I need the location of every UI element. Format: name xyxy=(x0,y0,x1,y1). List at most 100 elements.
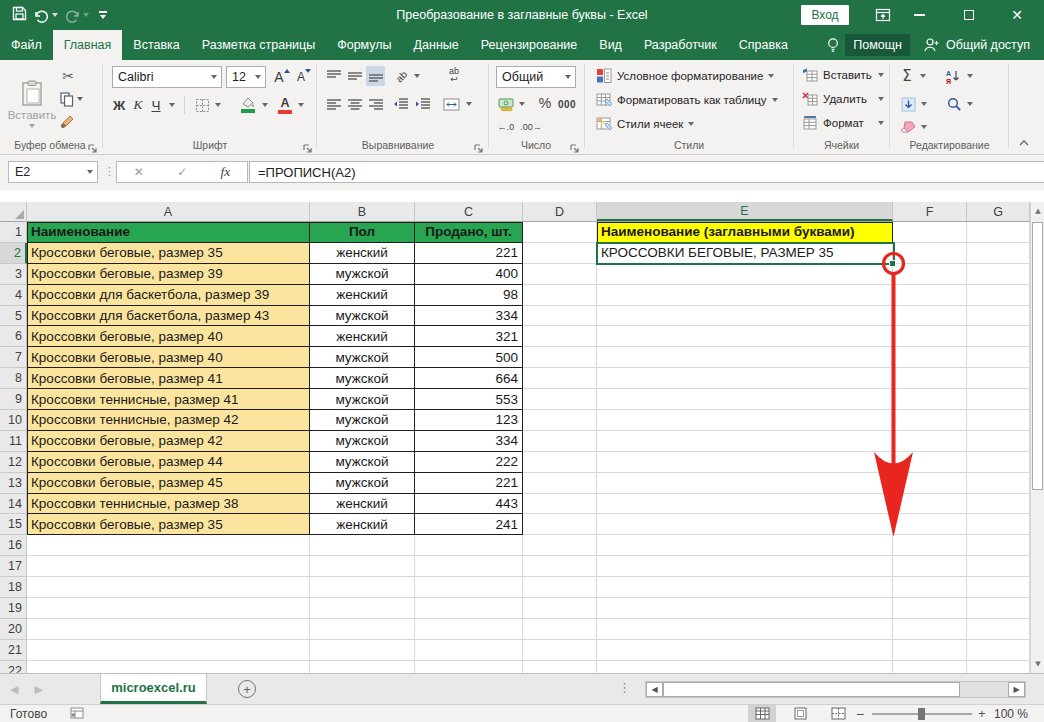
cell-f6[interactable] xyxy=(893,326,967,347)
cell-d3[interactable] xyxy=(523,264,597,285)
cell-f13[interactable] xyxy=(893,473,967,494)
ribbon-display-options-icon[interactable] xyxy=(866,0,900,30)
cell-e2[interactable]: КРОССОВКИ БЕГОВЫЕ, РАЗМЕР 35 xyxy=(597,243,893,264)
row-header-21[interactable]: 21 xyxy=(0,640,27,661)
format-as-table-button[interactable]: Форматировать как таблицу xyxy=(596,92,778,108)
font-color-dropdown-icon[interactable] xyxy=(295,94,306,116)
row-header-13[interactable]: 13 xyxy=(0,473,27,494)
conditional-formatting-button[interactable]: Условное форматирование xyxy=(596,68,774,84)
cell-d12[interactable] xyxy=(523,452,597,473)
cell-f10[interactable] xyxy=(893,410,967,431)
cell-e9[interactable] xyxy=(597,389,893,410)
cell-e18[interactable] xyxy=(597,577,893,598)
cell-g20[interactable] xyxy=(967,619,1030,640)
cell-e7[interactable] xyxy=(597,347,893,368)
cell-f16[interactable] xyxy=(893,535,967,556)
ribbon-tab-insert[interactable]: Вставка xyxy=(122,30,190,60)
cell-e14[interactable] xyxy=(597,494,893,515)
cell-d22[interactable] xyxy=(523,661,597,673)
cell-a18[interactable] xyxy=(27,577,310,598)
enter-icon[interactable]: ✓ xyxy=(177,165,187,179)
cell-a4[interactable]: Кроссовки для баскетбола, размер 39 xyxy=(27,285,310,306)
cell-g1[interactable] xyxy=(967,222,1030,243)
cell-e10[interactable] xyxy=(597,410,893,431)
cell-c11[interactable]: 334 xyxy=(415,431,523,452)
row-header-10[interactable]: 10 xyxy=(0,410,27,431)
cell-d4[interactable] xyxy=(523,285,597,306)
cell-a10[interactable]: Кроссовки теннисные, размер 42 xyxy=(27,410,310,431)
cell-d10[interactable] xyxy=(523,410,597,431)
cell-c8[interactable]: 664 xyxy=(415,368,523,389)
format-cells-button[interactable]: Формат xyxy=(802,116,884,130)
row-header-9[interactable]: 9 xyxy=(0,389,27,410)
ribbon-tab-file[interactable]: Файл xyxy=(0,30,53,60)
clipboard-dialog-launcher-icon[interactable] xyxy=(88,140,98,150)
cell-f14[interactable] xyxy=(893,494,967,515)
cell-c4[interactable]: 98 xyxy=(415,285,523,306)
column-header-f[interactable]: F xyxy=(893,202,967,221)
row-header-18[interactable]: 18 xyxy=(0,577,27,598)
autosum-button[interactable]: Σ xyxy=(898,66,916,86)
cell-g3[interactable] xyxy=(967,264,1030,285)
cell-f9[interactable] xyxy=(893,389,967,410)
cell-e12[interactable] xyxy=(597,452,893,473)
namebox-splitter[interactable]: ⋮ xyxy=(104,165,115,178)
cell-g11[interactable] xyxy=(967,431,1030,452)
fill-color-button[interactable] xyxy=(238,94,258,116)
sign-in-button[interactable]: Вход xyxy=(801,5,849,25)
format-painter-icon[interactable] xyxy=(58,112,78,130)
view-page-break-button[interactable] xyxy=(824,705,852,722)
cell-a3[interactable]: Кроссовки беговые, размер 39 xyxy=(27,264,310,285)
cell-e1[interactable]: Наименование (заглавными буквами) xyxy=(597,222,893,243)
cell-g4[interactable] xyxy=(967,285,1030,306)
cell-b4[interactable]: женский xyxy=(310,285,415,306)
cell-a6[interactable]: Кроссовки беговые, размер 40 xyxy=(27,326,310,347)
cell-g15[interactable] xyxy=(967,514,1030,535)
fill-handle[interactable] xyxy=(889,260,896,267)
sort-filter-button[interactable]: АЯ xyxy=(944,66,964,86)
cell-f20[interactable] xyxy=(893,619,967,640)
scroll-up-icon[interactable]: ▲ xyxy=(1031,202,1044,219)
zoom-out-icon[interactable]: − xyxy=(856,705,864,722)
align-left-button[interactable] xyxy=(324,94,343,114)
cell-a15[interactable]: Кроссовки беговые, размер 35 xyxy=(27,514,310,535)
ribbon-tab-view[interactable]: Вид xyxy=(588,30,633,60)
clear-dropdown-icon[interactable] xyxy=(918,118,929,136)
ribbon-tab-review[interactable]: Рецензирование xyxy=(470,30,589,60)
scroll-right-icon[interactable]: ▶ xyxy=(1008,682,1025,697)
sheet-next-icon[interactable]: ▶ xyxy=(34,683,42,696)
cell-c2[interactable]: 221 xyxy=(415,243,523,264)
cell-styles-button[interactable]: Стили ячеек xyxy=(596,116,694,132)
close-button[interactable]: ✕ xyxy=(1000,0,1034,30)
insert-cells-button[interactable]: Вставить xyxy=(802,68,884,82)
maximize-button[interactable] xyxy=(952,0,986,30)
cell-e17[interactable] xyxy=(597,556,893,577)
number-dialog-launcher-icon[interactable] xyxy=(570,140,580,150)
cell-c18[interactable] xyxy=(415,577,523,598)
cell-f11[interactable] xyxy=(893,431,967,452)
clear-button[interactable] xyxy=(898,118,918,136)
fill-color-dropdown-icon[interactable] xyxy=(259,94,270,116)
cell-g13[interactable] xyxy=(967,473,1030,494)
align-right-button[interactable] xyxy=(366,94,385,114)
cell-e5[interactable] xyxy=(597,306,893,327)
cell-b17[interactable] xyxy=(310,556,415,577)
tell-me-search[interactable]: Помощн xyxy=(845,34,910,56)
row-header-14[interactable]: 14 xyxy=(0,494,27,515)
cell-b15[interactable]: женский xyxy=(310,514,415,535)
row-header-17[interactable]: 17 xyxy=(0,556,27,577)
cell-d5[interactable] xyxy=(523,306,597,327)
cell-b13[interactable]: мужской xyxy=(310,473,415,494)
row-header-8[interactable]: 8 xyxy=(0,368,27,389)
cell-a17[interactable] xyxy=(27,556,310,577)
cell-c5[interactable]: 334 xyxy=(415,306,523,327)
ribbon-tab-home[interactable]: Главная xyxy=(53,30,123,60)
cell-c6[interactable]: 321 xyxy=(415,326,523,347)
cell-a11[interactable]: Кроссовки беговые, размер 42 xyxy=(27,431,310,452)
italic-button[interactable]: К xyxy=(130,94,146,116)
cell-e15[interactable] xyxy=(597,514,893,535)
row-header-20[interactable]: 20 xyxy=(0,619,27,640)
cell-a14[interactable]: Кроссовки теннисные, размер 38 xyxy=(27,494,310,515)
row-header-2[interactable]: 2 xyxy=(0,243,27,264)
horizontal-scrollbar[interactable]: ◀ ▶ xyxy=(645,681,1026,698)
